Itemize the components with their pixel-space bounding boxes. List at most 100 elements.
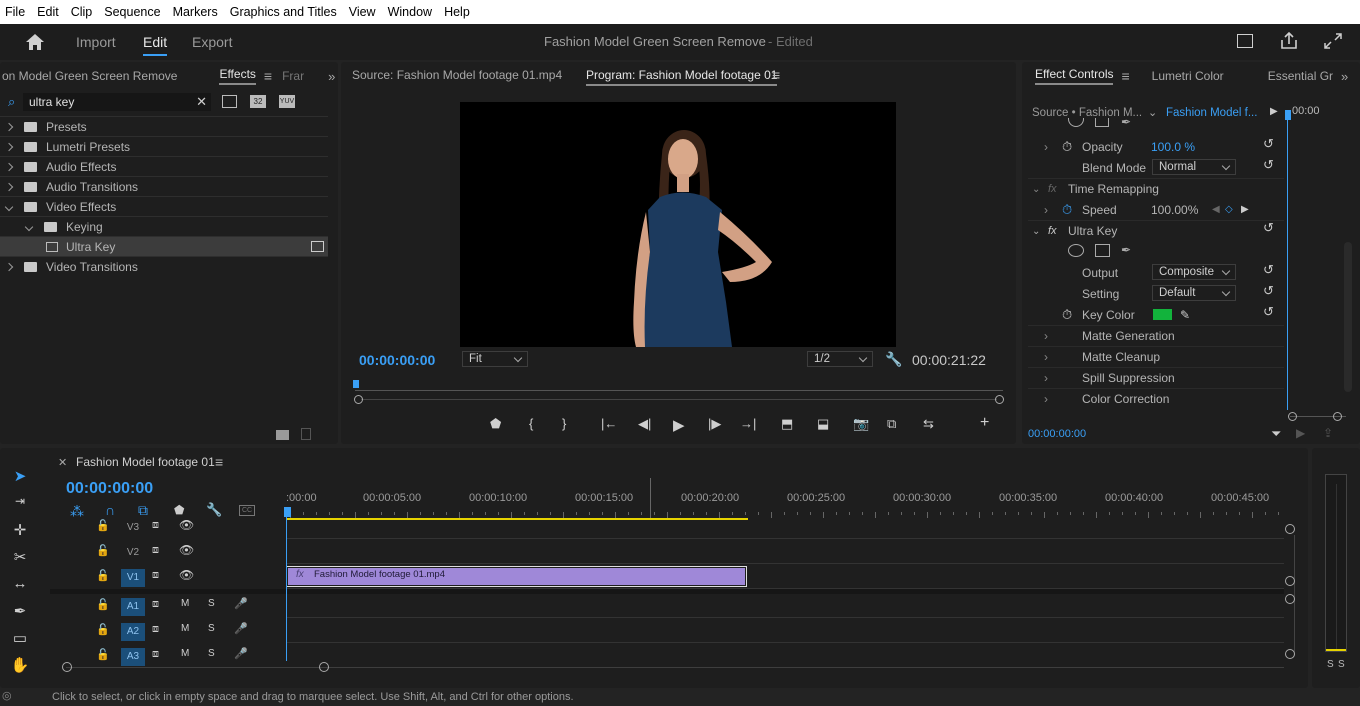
chevron-right-icon[interactable]: › [1044,329,1048,343]
mark-in-icon[interactable]: { [529,416,533,431]
pen-tool-icon[interactable]: ✒ [10,602,30,622]
ec-zoom-right[interactable] [1333,412,1342,421]
pen-mask-icon[interactable]: ✒ [1121,115,1131,129]
wrench-icon[interactable]: 🔧 [885,351,902,368]
play-icon[interactable]: ▶ [673,416,685,434]
solo-button[interactable]: S [208,623,215,634]
speed-expand-icon[interactable]: › [1044,203,1048,217]
go-to-out-icon[interactable]: →| [740,416,756,431]
fullscreen-icon[interactable] [1324,33,1342,49]
opacity-expand-icon[interactable]: › [1044,140,1048,154]
tab-export[interactable]: Export [192,34,232,50]
selection-tool-icon[interactable]: ➤ [10,467,30,487]
prev-keyframe-icon[interactable]: ◀ [1212,204,1220,215]
program-timecode[interactable]: 00:00:00:00 [359,352,435,368]
sync-lock-icon[interactable]: ⧈ [152,598,159,611]
timeline-playhead-head[interactable] [284,507,291,517]
timeline-clip[interactable]: fx Fashion Model footage 01.mp4 [286,566,747,587]
key-color-swatch[interactable] [1153,309,1172,320]
chevron-right-icon[interactable] [4,262,14,271]
ec-play-audio-icon[interactable]: ▶ [1296,426,1305,440]
search-input[interactable]: ultra key ✕ [23,93,211,111]
lock-icon[interactable]: 🔓 [96,648,110,661]
mute-button[interactable]: M [181,598,189,609]
track-target[interactable]: A1 [121,598,145,616]
setting-dropdown[interactable]: Default [1152,285,1236,301]
uk-rect-mask-icon[interactable] [1095,244,1110,257]
tab-program[interactable]: Program: Fashion Model footage 01 [586,68,778,86]
button-editor-icon[interactable]: + [980,414,989,432]
resolution-dropdown[interactable]: 1/2 [807,351,873,367]
clear-search-icon[interactable]: ✕ [196,94,207,110]
sync-lock-icon[interactable]: ⧈ [152,648,159,661]
v-zoom-handle-3[interactable] [1285,594,1295,604]
hand-tool-icon[interactable]: ✋ [10,656,30,676]
opacity-stopwatch-icon[interactable]: ⏱ [1062,139,1072,155]
lock-icon[interactable]: 🔓 [96,519,110,532]
filter-icon[interactable]: ⏷ [1271,426,1281,442]
h-zoom-right[interactable] [319,662,329,672]
track-select-tool-icon[interactable]: ⇥ [10,494,30,514]
ellipse-mask-icon[interactable] [1068,118,1084,127]
ultra-key-reset-icon[interactable]: ↺ [1263,220,1277,235]
menu-help[interactable]: Help [444,5,470,19]
monitor-playhead[interactable] [353,380,359,388]
ec-play-icon[interactable]: ▶ [1270,106,1278,117]
timeline-playhead[interactable] [286,515,287,661]
share-icon[interactable] [1280,32,1298,50]
ec-footer-timecode[interactable]: 00:00:00:00 [1028,428,1086,440]
effects-tree-item[interactable]: Keying [0,216,328,236]
ultra-key-group[interactable]: › Spill Suppression [1028,367,1284,388]
razor-tool-icon[interactable]: ✂ [10,548,30,568]
track-target[interactable]: V1 [121,569,145,587]
mute-button[interactable]: M [181,623,189,634]
effects-tree-item[interactable]: Video Effects [0,196,328,216]
menu-window[interactable]: Window [388,5,432,19]
yuv-icon[interactable]: YUV [279,95,295,108]
chevron-right-icon[interactable] [4,162,14,171]
chevron-right-icon[interactable]: › [1044,350,1048,364]
uk-pen-mask-icon[interactable]: ✒ [1121,243,1131,257]
lock-icon[interactable]: 🔓 [96,598,110,611]
ultra-key-group[interactable]: › Matte Cleanup [1028,346,1284,367]
effects-tree-item[interactable]: Ultra Key [0,236,328,256]
uk-ellipse-mask-icon[interactable] [1068,244,1084,257]
speed-value[interactable]: 100.00% [1151,203,1198,217]
zoom-handle-right[interactable] [995,395,1004,404]
opacity-reset-icon[interactable]: ↺ [1263,136,1277,151]
chevron-right-icon[interactable]: › [1044,371,1048,385]
ec-scrollbar[interactable] [1344,242,1352,392]
slip-tool-icon[interactable]: ↔ [10,575,30,595]
ec-playhead-head[interactable] [1285,110,1291,120]
microphone-icon[interactable]: 🎤 [234,647,248,660]
rect-mask-icon[interactable] [1095,118,1109,127]
output-reset-icon[interactable]: ↺ [1263,262,1277,277]
timeline-timecode[interactable]: 00:00:00:00 [66,480,153,498]
track-target[interactable]: A3 [121,648,145,666]
key-color-reset-icon[interactable]: ↺ [1263,304,1277,319]
v-zoom-handle-1[interactable] [1285,524,1295,534]
key-color-stopwatch-icon[interactable]: ⏱ [1062,307,1072,323]
step-forward-icon[interactable]: |▶ [708,416,721,432]
lift-icon[interactable]: ⬒ [781,416,793,432]
go-to-in-icon[interactable]: |← [601,416,617,431]
fit-dropdown[interactable]: Fit [462,351,528,367]
comparison-view-icon[interactable]: ⧉ [887,416,896,432]
monitor-ruler[interactable] [355,385,1003,391]
tab-frame[interactable]: Frar [282,69,304,83]
step-back-icon[interactable]: ◀| [638,416,651,432]
effects-tree-item[interactable]: Audio Transitions [0,176,328,196]
time-remap-expand-icon[interactable]: ⌄ [1032,184,1040,195]
effects-tree-item[interactable]: Audio Effects [0,156,328,176]
tab-lumetri-color[interactable]: Lumetri Color [1152,69,1224,83]
tab-essential-graphics[interactable]: Essential Gr [1268,69,1333,83]
v-zoom-handle-4[interactable] [1285,649,1295,659]
speed-stopwatch-icon[interactable]: ⏱ [1062,202,1072,218]
new-bin-icon[interactable] [276,430,289,440]
extract-icon[interactable]: ⬓ [817,416,829,432]
menu-markers[interactable]: Markers [173,5,218,19]
chevron-right-icon[interactable] [4,122,14,131]
ec-zoom-left[interactable] [1288,412,1297,421]
solo-right[interactable]: S [1338,659,1345,670]
ultra-key-expand-icon[interactable]: ⌄ [1032,226,1040,237]
